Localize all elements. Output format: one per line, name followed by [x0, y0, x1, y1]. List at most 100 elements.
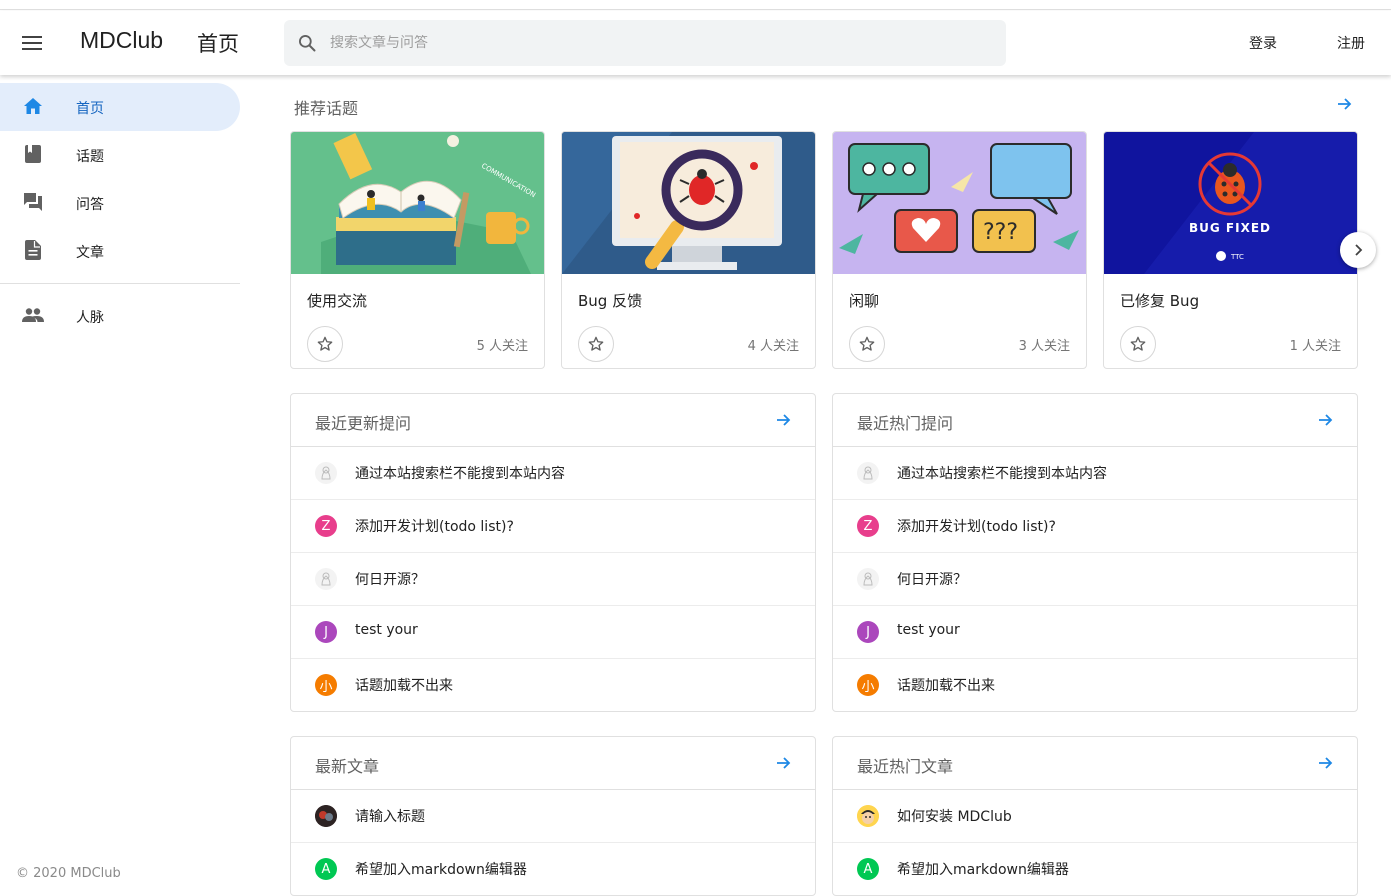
article-title: 请输入标题 — [355, 809, 425, 825]
list-item[interactable]: Z 添加开发计划(todo list)? — [291, 500, 815, 553]
search-icon[interactable] — [284, 20, 330, 66]
page-title: 首页 — [197, 32, 239, 56]
list-item[interactable]: J test your — [833, 606, 1357, 659]
follow-star-button[interactable] — [578, 326, 614, 362]
sidebar-item-home[interactable]: 首页 — [0, 83, 240, 131]
avatar — [857, 568, 879, 590]
question-title: test your — [355, 622, 418, 638]
avatar: A — [857, 858, 879, 880]
carousel-next-button[interactable] — [1340, 232, 1376, 268]
search-input[interactable] — [330, 35, 970, 51]
top-border — [0, 0, 1391, 10]
avatar: Z — [857, 515, 879, 537]
list-item[interactable]: A 希望加入markdown编辑器 — [291, 843, 815, 895]
arrow-right-icon[interactable] — [773, 752, 795, 774]
topic-name: 使用交流 — [307, 292, 368, 310]
follower-count: 5 人关注 — [476, 339, 528, 354]
avatar: 小 — [857, 674, 879, 696]
panel-header: 最新文章 — [291, 737, 815, 790]
app-header: MDClub 首页 登录 注册 — [0, 11, 1391, 75]
arrow-right-icon[interactable] — [773, 409, 795, 431]
star-icon — [588, 336, 604, 351]
avatar: Z — [315, 515, 337, 537]
topic-card[interactable]: BUG FIXED TTC 已修复 Bug 1 人关注 — [1103, 131, 1358, 369]
question-title: 通过本站搜索栏不能搜到本站内容 — [355, 466, 565, 482]
sidebar-item-label: 话题 — [76, 149, 104, 165]
question-title: 何日开源？ — [897, 572, 967, 588]
svg-text:???: ??? — [983, 220, 1018, 245]
ttc-label: TTC — [1230, 253, 1244, 261]
panel-header: 最近更新提问 — [291, 394, 815, 447]
sidebar-item-people[interactable]: 人脉 — [0, 292, 240, 340]
panel-header: 最近热门文章 — [833, 737, 1357, 790]
register-button[interactable]: 注册 — [1337, 33, 1365, 53]
follow-star-button[interactable] — [307, 326, 343, 362]
topic-image: BUG FIXED TTC — [1104, 132, 1357, 274]
list-item[interactable]: 请输入标题 — [291, 790, 815, 843]
home-icon — [22, 95, 44, 117]
avatar — [315, 568, 337, 590]
avatar: J — [315, 621, 337, 643]
people-icon — [22, 304, 44, 326]
footer-copyright: © 2020 MDClub — [16, 866, 121, 881]
list-item[interactable]: J test your — [291, 606, 815, 659]
arrow-right-icon[interactable] — [1315, 752, 1337, 774]
sidebar-item-topics[interactable]: 话题 — [0, 131, 240, 179]
list-item[interactable]: 小 话题加载不出来 — [291, 659, 815, 711]
menu-icon — [22, 36, 42, 50]
arrow-right-icon[interactable] — [1315, 409, 1337, 431]
avatar: A — [315, 858, 337, 880]
arrow-right-icon[interactable] — [1334, 93, 1356, 115]
list-item[interactable]: 何日开源？ — [291, 553, 815, 606]
sidebar: 首页 话题 问答 文章 人脉 © 2020 MDClub — [0, 75, 240, 881]
sidebar-item-questions[interactable]: 问答 — [0, 179, 240, 227]
avatar — [315, 462, 337, 484]
question-title: test your — [897, 622, 960, 638]
new-articles-panel: 最新文章 请输入标题 A 希望加入markdown编辑器 — [290, 736, 816, 896]
list-item[interactable]: 小 话题加载不出来 — [833, 659, 1357, 711]
login-button[interactable]: 登录 — [1249, 33, 1277, 53]
panel-title: 最近热门提问 — [857, 414, 954, 433]
topic-card[interactable]: ??? 闲聊 3 人关注 — [832, 131, 1087, 369]
question-title: 通过本站搜索栏不能搜到本站内容 — [897, 466, 1107, 482]
question-title: 话题加载不出来 — [355, 678, 453, 694]
follower-count: 1 人关注 — [1289, 339, 1341, 354]
sidebar-item-label: 人脉 — [76, 310, 104, 326]
list-item[interactable]: 通过本站搜索栏不能搜到本站内容 — [833, 447, 1357, 500]
brand-logo[interactable]: MDClub — [80, 27, 163, 54]
menu-button[interactable] — [12, 23, 52, 63]
article-title: 如何安装 MDClub — [897, 809, 1012, 825]
topic-card[interactable]: Bug 反馈 4 人关注 — [561, 131, 816, 369]
article-title: 希望加入markdown编辑器 — [355, 862, 527, 878]
avatar — [857, 805, 879, 827]
topic-name: 闲聊 — [849, 292, 880, 310]
star-icon — [317, 336, 333, 351]
sidebar-item-label: 首页 — [76, 101, 104, 117]
article-icon — [22, 239, 44, 261]
star-icon — [1130, 336, 1146, 351]
forum-icon — [22, 191, 44, 213]
avatar: 小 — [315, 674, 337, 696]
hot-articles-panel: 最近热门文章 如何安装 MDClub A 希望加入markdown编辑器 — [832, 736, 1358, 896]
topic-name: Bug 反馈 — [578, 292, 643, 310]
list-item[interactable]: Z 添加开发计划(todo list)? — [833, 500, 1357, 553]
question-title: 何日开源？ — [355, 572, 425, 588]
sidebar-divider — [0, 283, 240, 284]
list-item[interactable]: A 希望加入markdown编辑器 — [833, 843, 1357, 895]
follow-star-button[interactable] — [849, 326, 885, 362]
recent-questions-panel: 最近更新提问 通过本站搜索栏不能搜到本站内容 Z 添加开发计划(todo lis… — [290, 393, 816, 712]
topic-image — [562, 132, 815, 274]
article-title: 希望加入markdown编辑器 — [897, 862, 1069, 878]
topic-card[interactable]: COMMUNICATION 使用交流 5 人关注 — [290, 131, 545, 369]
avatar: J — [857, 621, 879, 643]
list-item[interactable]: 如何安装 MDClub — [833, 790, 1357, 843]
question-title: 添加开发计划(todo list)? — [897, 519, 1056, 535]
avatar — [857, 462, 879, 484]
panel-header: 最近热门提问 — [833, 394, 1357, 447]
list-item[interactable]: 何日开源？ — [833, 553, 1357, 606]
search-bar[interactable] — [284, 20, 1006, 66]
list-item[interactable]: 通过本站搜索栏不能搜到本站内容 — [291, 447, 815, 500]
sidebar-item-articles[interactable]: 文章 — [0, 227, 240, 275]
follow-star-button[interactable] — [1120, 326, 1156, 362]
sidebar-item-label: 问答 — [76, 197, 104, 213]
